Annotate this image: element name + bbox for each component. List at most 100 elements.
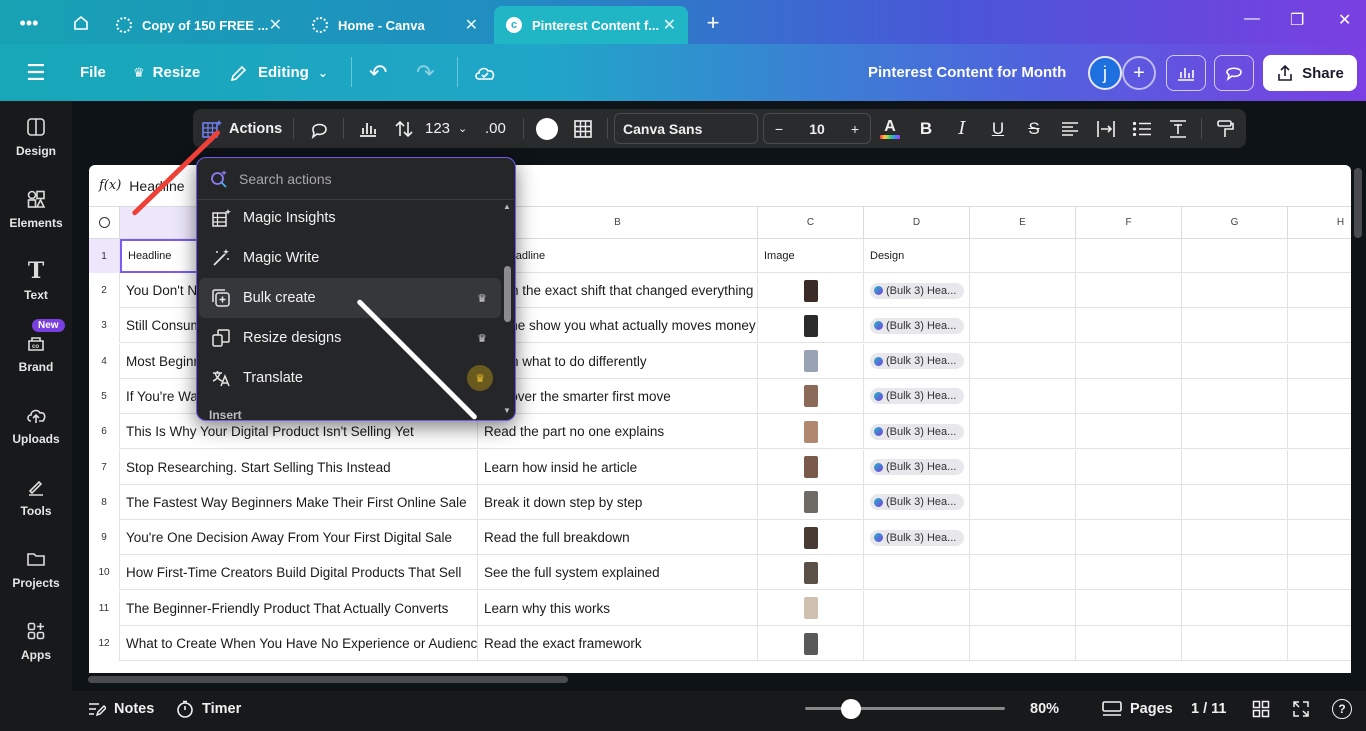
cell-empty[interactable] xyxy=(1182,273,1288,308)
cell-image[interactable] xyxy=(758,308,864,344)
cell-image[interactable] xyxy=(758,273,864,308)
cell-design[interactable]: (Bulk 3) Hea... xyxy=(864,273,970,308)
menu-item-translate[interactable]: Translate ♛ xyxy=(199,358,501,398)
file-menu[interactable]: File xyxy=(80,44,106,101)
cell-headline[interactable]: What to Create When You Have No Experien… xyxy=(120,626,478,661)
design-chip[interactable]: (Bulk 3) Hea... xyxy=(870,388,965,405)
page-counter[interactable]: 1 / 11 xyxy=(1191,691,1226,727)
cell-empty[interactable] xyxy=(1182,414,1288,450)
scrollbar-thumb[interactable] xyxy=(504,266,511,322)
cell-empty[interactable] xyxy=(970,378,1076,414)
cell-empty[interactable] xyxy=(1288,379,1351,414)
cell-empty[interactable] xyxy=(1076,555,1182,591)
cell-image[interactable] xyxy=(758,555,864,591)
comment-icon[interactable] xyxy=(1214,55,1254,91)
cell-subheadline[interactable]: Learn what to do differently xyxy=(478,343,758,379)
browser-tab-pinterest[interactable]: c Pinterest Content f... ✕ xyxy=(494,6,688,44)
number-format-dropdown[interactable]: 123 ⌄ xyxy=(425,109,467,148)
cell-empty[interactable] xyxy=(1288,414,1351,449)
cell-design[interactable] xyxy=(864,626,970,661)
cell-empty[interactable] xyxy=(1076,414,1182,450)
row-number[interactable]: 12 xyxy=(89,626,120,661)
new-tab-icon[interactable]: + xyxy=(700,8,726,38)
bulleted-list-icon[interactable] xyxy=(1131,109,1153,148)
undo-icon[interactable]: ↶ xyxy=(369,44,387,101)
italic-icon[interactable]: I xyxy=(951,109,973,148)
cell-design[interactable] xyxy=(864,590,970,626)
cell-design[interactable]: (Bulk 3) Hea... xyxy=(864,378,970,414)
cell-empty[interactable] xyxy=(1182,343,1288,379)
cell-subheadline[interactable]: Let me show you what actually moves mone… xyxy=(478,308,758,344)
share-button[interactable]: Share xyxy=(1263,55,1357,91)
cell-empty[interactable] xyxy=(1182,378,1288,414)
cell-empty[interactable] xyxy=(970,449,1076,485)
sidebar-item-uploads[interactable]: Uploads xyxy=(0,389,72,461)
browser-tab-copy[interactable]: Copy of 150 FREE ... ✕ xyxy=(104,6,294,44)
cell-empty[interactable] xyxy=(1288,308,1351,343)
insights-chart-icon[interactable] xyxy=(1166,55,1206,91)
decimal-button[interactable]: .00 xyxy=(485,109,506,148)
cell-empty[interactable] xyxy=(1076,378,1182,414)
design-chip[interactable]: (Bulk 3) Hea... xyxy=(870,353,965,370)
row-number[interactable]: 7 xyxy=(89,449,120,485)
sidebar-item-text[interactable]: T Text xyxy=(0,245,72,317)
select-all-corner[interactable] xyxy=(89,207,120,239)
cell-image[interactable] xyxy=(758,449,864,485)
cell-image[interactable] xyxy=(758,520,864,556)
more-icon[interactable]: ••• xyxy=(14,8,44,38)
cell-subheadline[interactable]: Learn the exact shift that changed every… xyxy=(478,273,758,308)
text-color-icon[interactable]: A xyxy=(877,109,903,148)
row-number[interactable]: 5 xyxy=(89,378,120,414)
cell-empty[interactable] xyxy=(1182,555,1288,591)
cell-empty[interactable] xyxy=(970,555,1076,591)
row-number[interactable]: 6 xyxy=(89,414,120,450)
cell-design[interactable]: (Bulk 3) Hea... xyxy=(864,414,970,450)
fill-color-swatch[interactable] xyxy=(535,109,559,148)
cell-empty[interactable] xyxy=(1288,273,1351,308)
zoom-slider-track[interactable] xyxy=(805,707,1005,710)
action-search-input[interactable] xyxy=(239,170,479,187)
cell-empty[interactable] xyxy=(970,414,1076,450)
cell-empty[interactable] xyxy=(970,273,1076,308)
row-number[interactable]: 1 xyxy=(89,239,120,273)
cell-empty[interactable] xyxy=(970,520,1076,556)
cell-empty[interactable] xyxy=(970,590,1076,626)
cell-empty[interactable] xyxy=(970,308,1076,344)
cell-empty[interactable] xyxy=(1076,239,1182,273)
row-number[interactable]: 8 xyxy=(89,484,120,520)
cell-empty[interactable] xyxy=(970,239,1076,273)
sidebar-item-brand[interactable]: New co Brand xyxy=(0,317,72,389)
restore-icon[interactable]: ❐ xyxy=(1290,10,1304,30)
menu-item-bulk-create[interactable]: Bulk create ♛ xyxy=(199,278,501,318)
cell-empty[interactable] xyxy=(1288,239,1351,273)
cell-design[interactable] xyxy=(864,555,970,591)
cell-empty[interactable] xyxy=(1076,343,1182,379)
column-header-f[interactable]: F xyxy=(1076,207,1182,239)
sort-icon[interactable] xyxy=(391,109,417,148)
cloud-saved-icon[interactable] xyxy=(473,44,497,101)
table-grid-icon[interactable] xyxy=(571,109,595,148)
pages-button[interactable]: Pages xyxy=(1102,691,1173,727)
column-header-g[interactable]: G xyxy=(1182,207,1288,239)
bold-icon[interactable]: B xyxy=(915,109,937,148)
cell-design[interactable]: (Bulk 3) Hea... xyxy=(864,484,970,520)
close-icon[interactable]: ✕ xyxy=(663,15,676,35)
cell-design[interactable]: (Bulk 3) Hea... xyxy=(864,308,970,344)
cell-headline[interactable]: The Beginner-Friendly Product That Actua… xyxy=(120,590,478,626)
document-title[interactable]: Pinterest Content for Month xyxy=(868,44,1066,101)
menu-item-resize-designs[interactable]: Resize designs ♛ xyxy=(199,318,501,358)
redo-icon[interactable]: ↷ xyxy=(416,44,434,101)
align-left-icon[interactable] xyxy=(1059,109,1081,148)
cell-empty[interactable] xyxy=(970,626,1076,661)
cell-image[interactable] xyxy=(758,590,864,626)
row-number[interactable]: 4 xyxy=(89,343,120,379)
cell-d1[interactable]: Design xyxy=(864,239,970,273)
cell-subheadline[interactable]: See the full system explained xyxy=(478,555,758,591)
add-collaborator-icon[interactable]: + xyxy=(1122,56,1156,90)
help-icon[interactable]: ? xyxy=(1332,691,1352,727)
column-header-e[interactable]: E xyxy=(970,207,1076,239)
cell-image[interactable] xyxy=(758,484,864,520)
row-number[interactable]: 9 xyxy=(89,520,120,556)
scroll-up-icon[interactable]: ▲ xyxy=(503,202,511,211)
cell-design[interactable]: (Bulk 3) Hea... xyxy=(864,449,970,485)
